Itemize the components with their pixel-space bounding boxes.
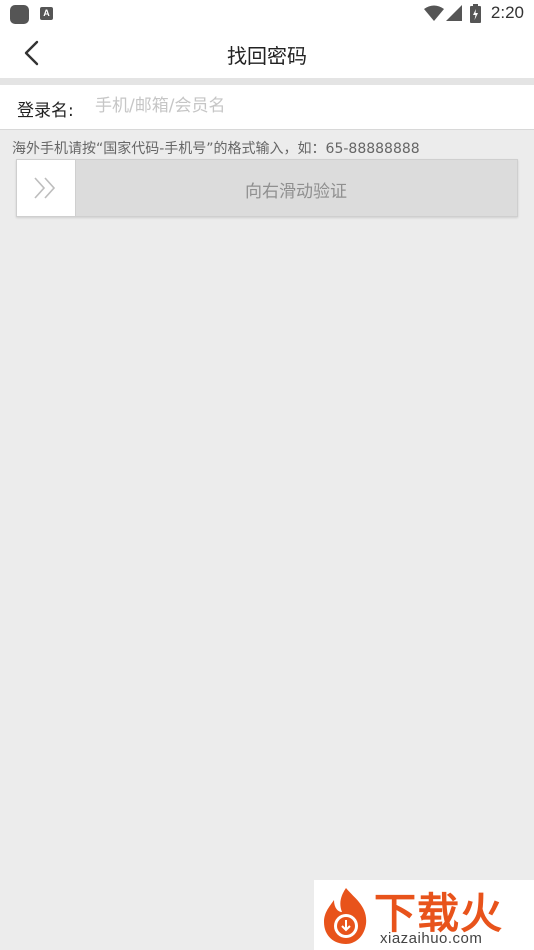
app-icon <box>10 5 29 24</box>
slider-label: 向右滑动验证 <box>245 182 347 202</box>
slider-handle[interactable] <box>17 160 76 216</box>
watermark-domain: xiazaihuo.com <box>380 930 483 947</box>
login-name-input[interactable] <box>95 91 515 121</box>
status-time: 2:20 <box>490 3 524 22</box>
fire-download-icon <box>324 888 367 944</box>
login-name-row: 登录名: <box>0 85 534 130</box>
page-title: 找回密码 <box>227 44 307 68</box>
double-chevron-right-icon <box>34 177 56 199</box>
login-name-label: 登录名: <box>17 101 74 121</box>
slide-verify-slider[interactable]: 向右滑动验证 <box>16 159 518 217</box>
app-header: 找回密码 <box>0 28 534 78</box>
header-divider <box>0 78 534 85</box>
battery-charging-icon <box>470 4 481 23</box>
status-bar: A 2:20 <box>0 0 534 28</box>
signal-icon <box>446 5 462 21</box>
a-notification-icon: A <box>40 7 53 20</box>
wifi-icon <box>424 5 444 21</box>
overseas-phone-hint: 海外手机请按“国家代码-手机号”的格式输入，如：65-88888888 <box>12 141 420 157</box>
watermark-logo: 下载火 xiazaihuo.com <box>314 880 534 950</box>
